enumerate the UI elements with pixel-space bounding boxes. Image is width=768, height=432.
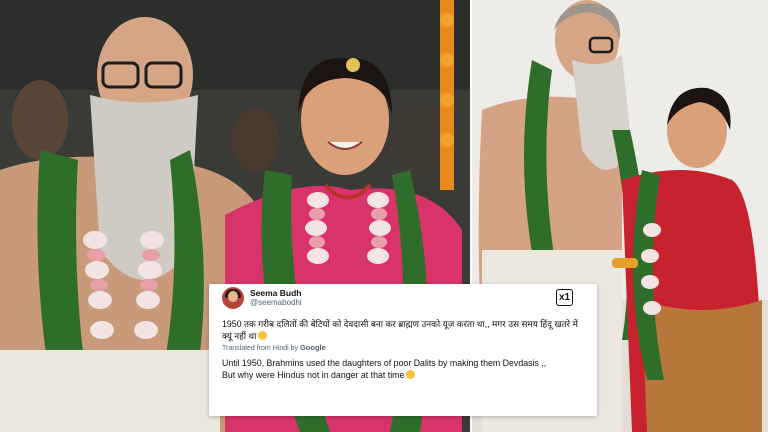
thinking-face-icon: [258, 331, 268, 340]
tweet-text-hindi: 1950 तक गरीब दलितों की बेटियों को देवदास…: [222, 318, 582, 342]
avatar-face: [228, 291, 238, 302]
english-line-2-text: But why were Hindus not in danger at tha…: [222, 370, 405, 380]
hindi-text: 1950 तक गरीब दलितों की बेटियों को देवदास…: [222, 319, 578, 341]
thinking-face-icon: [406, 370, 416, 379]
user-handle[interactable]: @seemabodhi: [250, 298, 302, 307]
display-name[interactable]: Seema Budh: [250, 288, 302, 298]
translated-text: Translated from Hindi by: [222, 345, 298, 352]
tweet-text-english: Until 1950, Brahmins used the daughters …: [222, 357, 587, 381]
tweet-card[interactable]: Seema Budh @seemabodhi x1 1950 तक गरीब द…: [209, 284, 597, 416]
google-logo: Google: [299, 343, 326, 352]
english-line-1: Until 1950, Brahmins used the daughters …: [222, 358, 547, 368]
avatar[interactable]: [222, 287, 244, 309]
x-logo-icon[interactable]: x1: [556, 289, 573, 306]
translated-from-label[interactable]: Translated from Hindi by Google: [222, 343, 326, 352]
english-line-2: But why were Hindus not in danger at tha…: [222, 369, 587, 381]
